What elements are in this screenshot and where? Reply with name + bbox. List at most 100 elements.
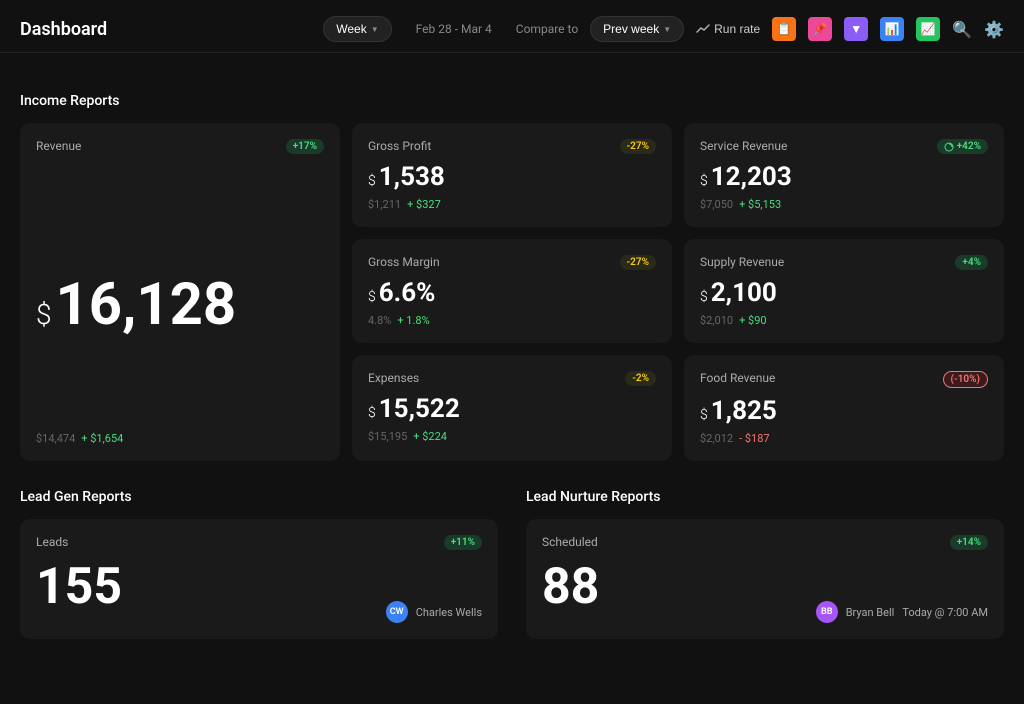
revenue-badge: +17% xyxy=(286,139,324,154)
gm-number: 6.6% xyxy=(379,278,436,308)
food-revenue-card: Food Revenue (-10%) $ 1,825 $2,012 - $18… xyxy=(684,355,1004,461)
gross-profit-value: $ 1,538 xyxy=(368,162,656,192)
leads-label: Leads xyxy=(36,535,68,549)
expenses-label: Expenses xyxy=(368,371,419,385)
food-revenue-value: $ 1,825 xyxy=(700,396,988,426)
header-divider xyxy=(0,52,1024,53)
leads-badge: +11% xyxy=(444,535,482,550)
supply-revenue-header: Supply Revenue +4% xyxy=(700,255,988,270)
expenses-header: Expenses -2% xyxy=(368,371,656,386)
spr-dollar: $ xyxy=(700,289,708,305)
gross-margin-label: Gross Margin xyxy=(368,255,440,269)
spr-prev: $2,010 xyxy=(700,314,733,327)
revenue-value: $ 16,128 xyxy=(36,276,324,334)
scheduled-card-header: Scheduled +14% xyxy=(542,535,988,550)
chevron-down-icon: ▼ xyxy=(371,25,379,34)
gm-prev: 4.8% xyxy=(368,314,391,327)
supply-revenue-sub: $2,010 + $90 xyxy=(700,314,988,327)
service-revenue-badge: +42% xyxy=(937,139,988,154)
gross-margin-header: Gross Margin -27% xyxy=(368,255,656,270)
supply-revenue-label: Supply Revenue xyxy=(700,255,784,269)
chevron-down-icon-2: ▼ xyxy=(663,25,671,34)
app-icon-green[interactable]: 📈 xyxy=(916,17,940,41)
gm-change: + 1.8% xyxy=(397,314,429,327)
revenue-dollar: $ xyxy=(36,298,52,331)
exp-number: 15,522 xyxy=(379,394,460,424)
expenses-badge: -2% xyxy=(625,371,656,386)
revenue-card-header: Revenue +17% xyxy=(36,139,324,154)
revenue-card: Revenue +17% $ 16,128 $14,474 + $1,654 xyxy=(20,123,340,461)
lead-nurture-section: Lead Nurture Reports Scheduled +14% 88 B… xyxy=(526,489,1004,639)
prev-week-selector[interactable]: Prev week ▼ xyxy=(590,16,684,42)
gross-margin-sub: 4.8% + 1.8% xyxy=(368,314,656,327)
refresh-icon xyxy=(944,142,954,152)
app-icon-blue[interactable]: 📊 xyxy=(880,17,904,41)
expenses-value: $ 15,522 xyxy=(368,394,656,424)
app-icon-pink[interactable]: 📌 xyxy=(808,17,832,41)
income-section-title: Income Reports xyxy=(20,93,1004,109)
supply-revenue-card: Supply Revenue +4% $ 2,100 $2,010 + $90 xyxy=(684,239,1004,343)
lead-nurture-title: Lead Nurture Reports xyxy=(526,489,1004,505)
sr-dollar: $ xyxy=(700,173,708,189)
service-revenue-card: Service Revenue +42% $ 12,203 $7,050 + $… xyxy=(684,123,1004,227)
gross-margin-badge: -27% xyxy=(620,255,656,270)
gross-margin-value: $ 6.6% xyxy=(368,278,656,308)
lead-sections-row: Lead Gen Reports Leads +11% 155 CW Charl… xyxy=(20,489,1004,639)
expenses-card: Expenses -2% $ 15,522 $15,195 + $224 xyxy=(352,355,672,461)
scheduled-avatar-name: Bryan Bell xyxy=(846,606,895,619)
header: Dashboard Week ▼ Feb 28 - Mar 4 Compare … xyxy=(0,0,1024,52)
scheduled-badge: +14% xyxy=(950,535,988,550)
sr-prev: $7,050 xyxy=(700,198,733,211)
expenses-sub: $15,195 + $224 xyxy=(368,430,656,443)
exp-dollar: $ xyxy=(368,405,376,421)
scheduled-avatar: BB xyxy=(816,601,838,623)
revenue-label: Revenue xyxy=(36,139,81,153)
fr-dollar: $ xyxy=(700,407,708,423)
food-revenue-label: Food Revenue xyxy=(700,371,775,385)
food-revenue-header: Food Revenue (-10%) xyxy=(700,371,988,388)
app-icon-orange[interactable]: 📋 xyxy=(772,17,796,41)
gp-dollar: $ xyxy=(368,173,376,189)
gross-profit-card: Gross Profit -27% $ 1,538 $1,211 + $327 xyxy=(352,123,672,227)
revenue-change: + $1,654 xyxy=(81,432,123,445)
header-right: Week ▼ Feb 28 - Mar 4 Compare to Prev we… xyxy=(323,16,1004,42)
leads-avatar-name: Charles Wells xyxy=(416,606,482,619)
scheduled-time: Today @ 7:00 AM xyxy=(902,606,988,619)
page-title: Dashboard xyxy=(20,19,107,40)
trend-icon xyxy=(696,22,710,36)
gross-profit-sub: $1,211 + $327 xyxy=(368,198,656,211)
app-icon-purple[interactable]: ▼ xyxy=(844,17,868,41)
gross-margin-card: Gross Margin -27% $ 6.6% 4.8% + 1.8% xyxy=(352,239,672,343)
leads-avatar: CW xyxy=(386,601,408,623)
lead-gen-title: Lead Gen Reports xyxy=(20,489,498,505)
gp-change: + $327 xyxy=(407,198,441,211)
revenue-sub: $14,474 + $1,654 xyxy=(36,432,324,445)
leads-card-header: Leads +11% xyxy=(36,535,482,550)
compare-label: Compare to xyxy=(516,22,578,36)
supply-revenue-badge: +4% xyxy=(955,255,988,270)
gross-profit-badge: -27% xyxy=(620,139,656,154)
sr-number: 12,203 xyxy=(711,162,792,192)
fr-number: 1,825 xyxy=(711,396,777,426)
gp-number: 1,538 xyxy=(379,162,445,192)
run-rate-button[interactable]: Run rate xyxy=(696,22,760,36)
leads-card: Leads +11% 155 CW Charles Wells xyxy=(20,519,498,639)
revenue-prev: $14,474 xyxy=(36,432,75,445)
fr-change: - $187 xyxy=(739,432,770,445)
sr-change: + $5,153 xyxy=(739,198,781,211)
date-range: Feb 28 - Mar 4 xyxy=(404,17,504,41)
scheduled-label: Scheduled xyxy=(542,535,598,549)
spr-number: 2,100 xyxy=(711,278,777,308)
gear-icon[interactable]: ⚙️ xyxy=(984,20,1004,39)
scheduled-card: Scheduled +14% 88 BB Bryan Bell Today @ … xyxy=(526,519,1004,639)
exp-change: + $224 xyxy=(413,430,447,443)
service-revenue-label: Service Revenue xyxy=(700,139,787,153)
gm-dollar: $ xyxy=(368,289,376,305)
spr-change: + $90 xyxy=(739,314,767,327)
fr-prev: $2,012 xyxy=(700,432,733,445)
scheduled-avatar-row: BB Bryan Bell Today @ 7:00 AM xyxy=(816,601,988,623)
service-revenue-header: Service Revenue +42% xyxy=(700,139,988,154)
week-selector[interactable]: Week ▼ xyxy=(323,16,391,42)
supply-revenue-value: $ 2,100 xyxy=(700,278,988,308)
search-icon[interactable]: 🔍 xyxy=(952,20,972,39)
